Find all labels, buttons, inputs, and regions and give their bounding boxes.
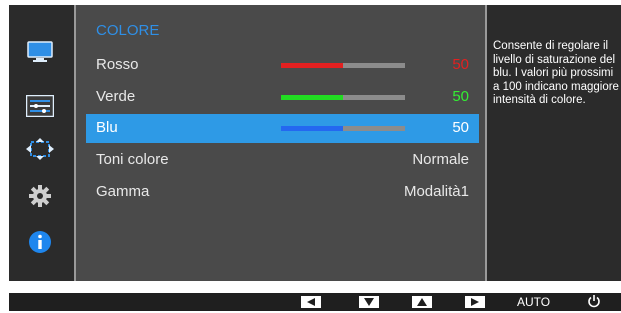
up-arrow-icon[interactable] <box>412 296 432 308</box>
power-icon[interactable] <box>587 294 601 313</box>
menu-item-value: Normale <box>412 151 469 168</box>
rosso-slider[interactable] <box>281 63 405 68</box>
bottom-button-bar: AUTO <box>9 293 621 311</box>
menu-item-value: 50 <box>452 88 469 105</box>
resize-icon[interactable] <box>26 136 54 162</box>
help-text: Consente di regolare il livello di satur… <box>493 40 619 106</box>
verde-slider[interactable] <box>281 95 405 100</box>
info-icon[interactable] <box>26 229 54 255</box>
menu-item-label: Gamma <box>96 183 150 200</box>
menu-title: COLORE <box>96 22 160 39</box>
menu-item-verde[interactable]: Verde 50 <box>86 83 479 112</box>
menu-item-value: 50 <box>452 119 469 136</box>
right-arrow-icon[interactable] <box>465 296 485 308</box>
blu-slider[interactable] <box>281 126 405 131</box>
menu-item-toni-colore[interactable]: Toni colore Normale <box>86 146 479 175</box>
rosso-slider-fill <box>281 63 343 68</box>
down-arrow-icon[interactable] <box>359 296 379 308</box>
menu-item-label: Rosso <box>96 56 139 73</box>
auto-button[interactable]: AUTO <box>517 295 550 309</box>
color-adjust-icon[interactable] <box>26 93 54 119</box>
menu-item-rosso[interactable]: Rosso 50 <box>86 51 479 80</box>
left-arrow-icon[interactable] <box>301 296 321 308</box>
settings-gear-icon[interactable] <box>26 183 54 209</box>
menu-item-value: Modalità1 <box>403 183 469 200</box>
menu-item-label: Verde <box>96 88 136 105</box>
osd-window: COLORE Rosso 50 Verde 50 Blu 50 Toni col… <box>9 5 621 281</box>
verde-slider-fill <box>281 95 343 100</box>
menu-item-gamma[interactable]: Gamma Modalità1 <box>86 178 479 207</box>
menu-item-blu[interactable]: Blu 50 <box>86 114 479 143</box>
menu-item-label: Toni colore <box>96 151 169 168</box>
color-menu-panel: COLORE Rosso 50 Verde 50 Blu 50 Toni col… <box>74 5 487 281</box>
menu-item-label: Blu <box>96 119 118 136</box>
help-panel: Consente di regolare il livello di satur… <box>487 5 621 281</box>
sidebar <box>9 5 74 281</box>
menu-item-value: 50 <box>452 56 469 73</box>
monitor-icon[interactable] <box>26 39 54 65</box>
blu-slider-fill <box>281 126 343 131</box>
